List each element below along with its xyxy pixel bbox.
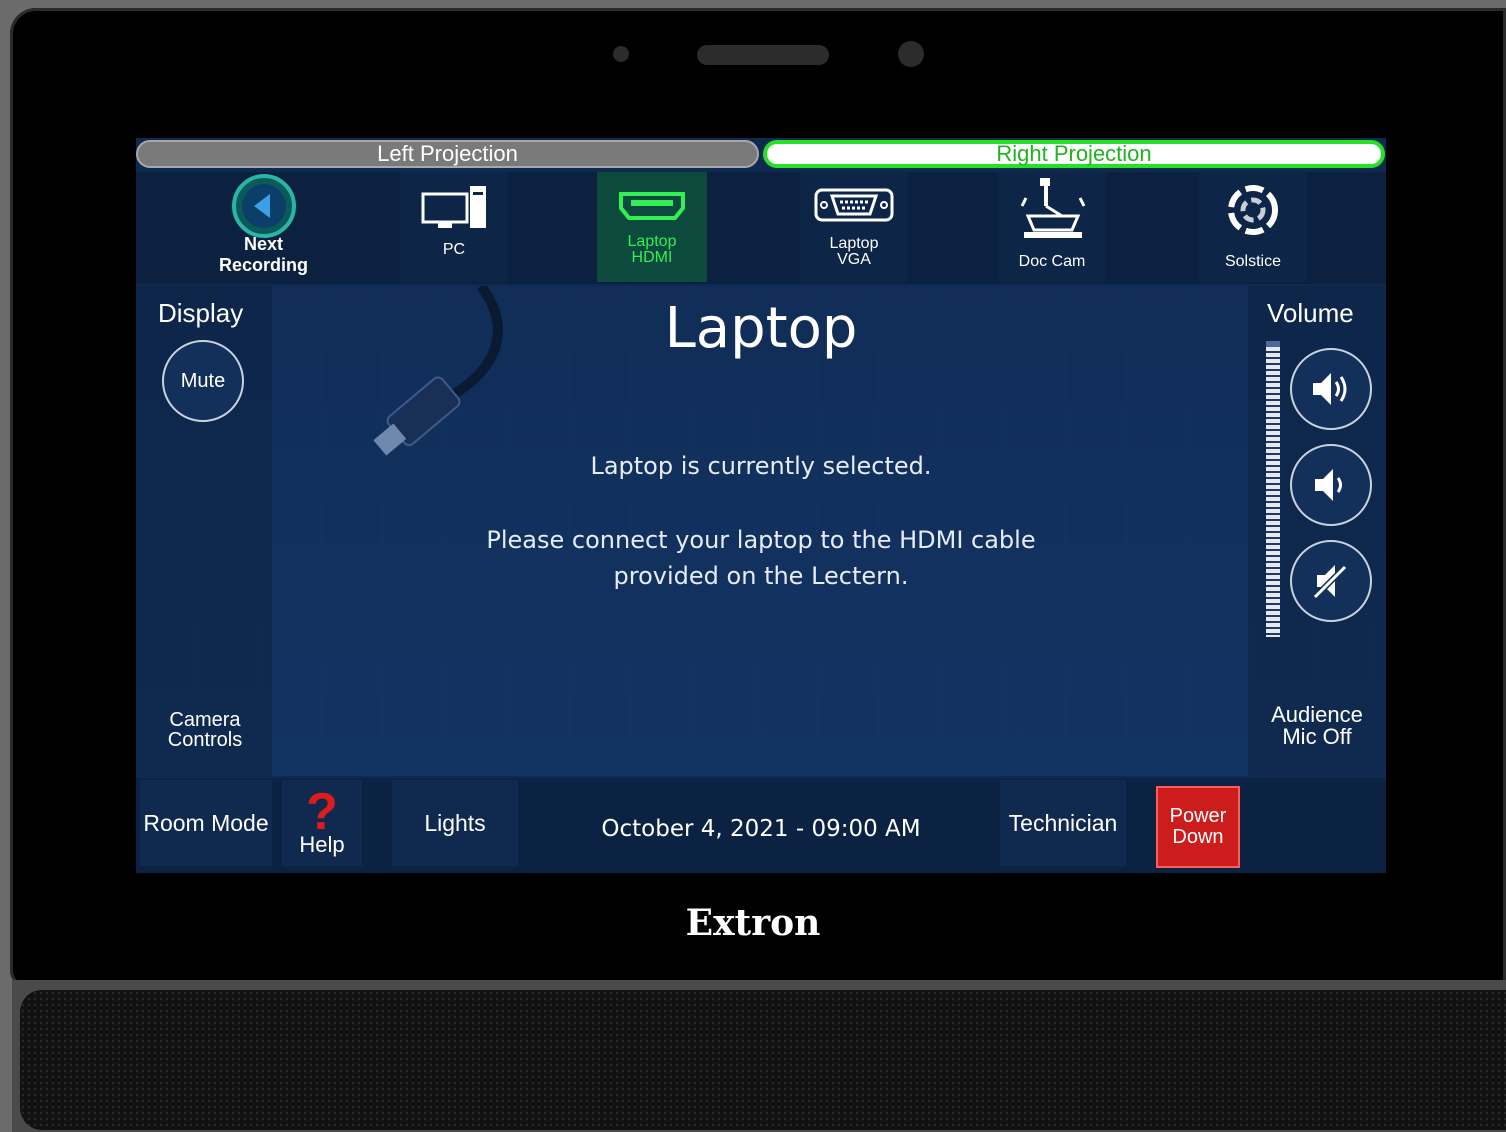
camera-lens bbox=[898, 41, 924, 67]
sensor-dot bbox=[613, 46, 629, 62]
power-down-line-2: Down bbox=[1172, 826, 1224, 848]
power-down-button[interactable]: Power Down bbox=[1156, 786, 1240, 868]
source-pc-button[interactable]: PC bbox=[400, 172, 508, 282]
lights-button[interactable]: Lights bbox=[392, 780, 518, 866]
source-doc-cam-button[interactable]: Doc Cam bbox=[998, 172, 1106, 282]
camera-controls-line-2: Controls bbox=[167, 729, 243, 751]
volume-down-button[interactable] bbox=[1290, 444, 1372, 526]
next-recording-label-1: Next bbox=[243, 234, 283, 254]
right-projection-tab[interactable]: Right Projection bbox=[763, 140, 1385, 168]
source-bar: Next Recording PC Laptop HDMI Laptop VGA… bbox=[136, 172, 1386, 284]
solstice-label: Solstice bbox=[1224, 253, 1282, 270]
camera-controls-line-1: Camera bbox=[169, 709, 241, 731]
date-time: October 4, 2021 - 09:00 AM bbox=[601, 816, 921, 842]
desktop-pc-icon bbox=[421, 186, 486, 228]
volume-up-button[interactable] bbox=[1290, 348, 1372, 430]
touch-screen: Left Projection Right Projection Next Re… bbox=[136, 138, 1386, 873]
source-laptop-vga-button[interactable]: Laptop VGA bbox=[800, 172, 908, 282]
laptop-vga-label-2: VGA bbox=[837, 251, 871, 268]
volume-mute-icon bbox=[1312, 564, 1348, 600]
vga-port-icon bbox=[814, 188, 894, 222]
source-title: Laptop bbox=[664, 296, 858, 361]
next-recording-label-2: Recording bbox=[218, 255, 308, 275]
audience-mic-off-button[interactable]: Audience Mic Off bbox=[1254, 682, 1380, 770]
speaker-grille bbox=[20, 990, 1506, 1130]
laptop-hdmi-label-2: HDMI bbox=[631, 249, 673, 266]
audience-mic-line-2: Mic Off bbox=[1282, 724, 1352, 749]
camera-controls-button[interactable]: Camera Controls bbox=[140, 688, 270, 772]
laptop-hdmi-label-1: Laptop bbox=[627, 233, 677, 250]
solstice-swirl-icon bbox=[1228, 185, 1278, 235]
help-label: Help bbox=[299, 832, 345, 857]
doc-cam-label: Doc Cam bbox=[1018, 253, 1086, 270]
left-projection-tab[interactable]: Left Projection bbox=[136, 140, 759, 168]
volume-up-icon bbox=[1313, 373, 1347, 405]
help-button[interactable]: ? Help bbox=[282, 780, 362, 866]
next-recording-button[interactable]: Next Recording bbox=[156, 172, 371, 282]
source-solstice-button[interactable]: Solstice bbox=[1199, 172, 1307, 282]
volume-level-meter bbox=[1266, 341, 1280, 637]
volume-title: Volume bbox=[1267, 298, 1354, 328]
source-laptop-hdmi-button[interactable]: Laptop HDMI bbox=[597, 172, 707, 282]
source-pc-label: PC bbox=[442, 241, 466, 258]
volume-down-icon bbox=[1315, 469, 1342, 501]
extron-logo: Extron bbox=[685, 902, 821, 944]
power-down-line-1: Power bbox=[1169, 805, 1227, 827]
main-content-panel: Display Mute Laptop Laptop is currently … bbox=[136, 286, 1386, 776]
hdmi-port-icon bbox=[619, 192, 685, 220]
room-mode-button[interactable]: Room Mode bbox=[140, 780, 272, 866]
document-camera-icon bbox=[1020, 178, 1086, 238]
technician-button[interactable]: Technician bbox=[1000, 780, 1126, 866]
instruction-line-2: provided on the Lectern. bbox=[613, 562, 909, 590]
speaker-slot bbox=[697, 45, 829, 65]
source-status: Laptop is currently selected. bbox=[590, 452, 932, 480]
help-question-icon: ? bbox=[306, 783, 338, 841]
back-arrow-circle-icon bbox=[232, 174, 296, 238]
volume-mute-button[interactable] bbox=[1290, 540, 1372, 622]
audience-mic-line-1: Audience bbox=[1271, 702, 1363, 727]
laptop-vga-label-1: Laptop bbox=[829, 235, 879, 252]
instruction-line-1: Please connect your laptop to the HDMI c… bbox=[486, 526, 1036, 554]
